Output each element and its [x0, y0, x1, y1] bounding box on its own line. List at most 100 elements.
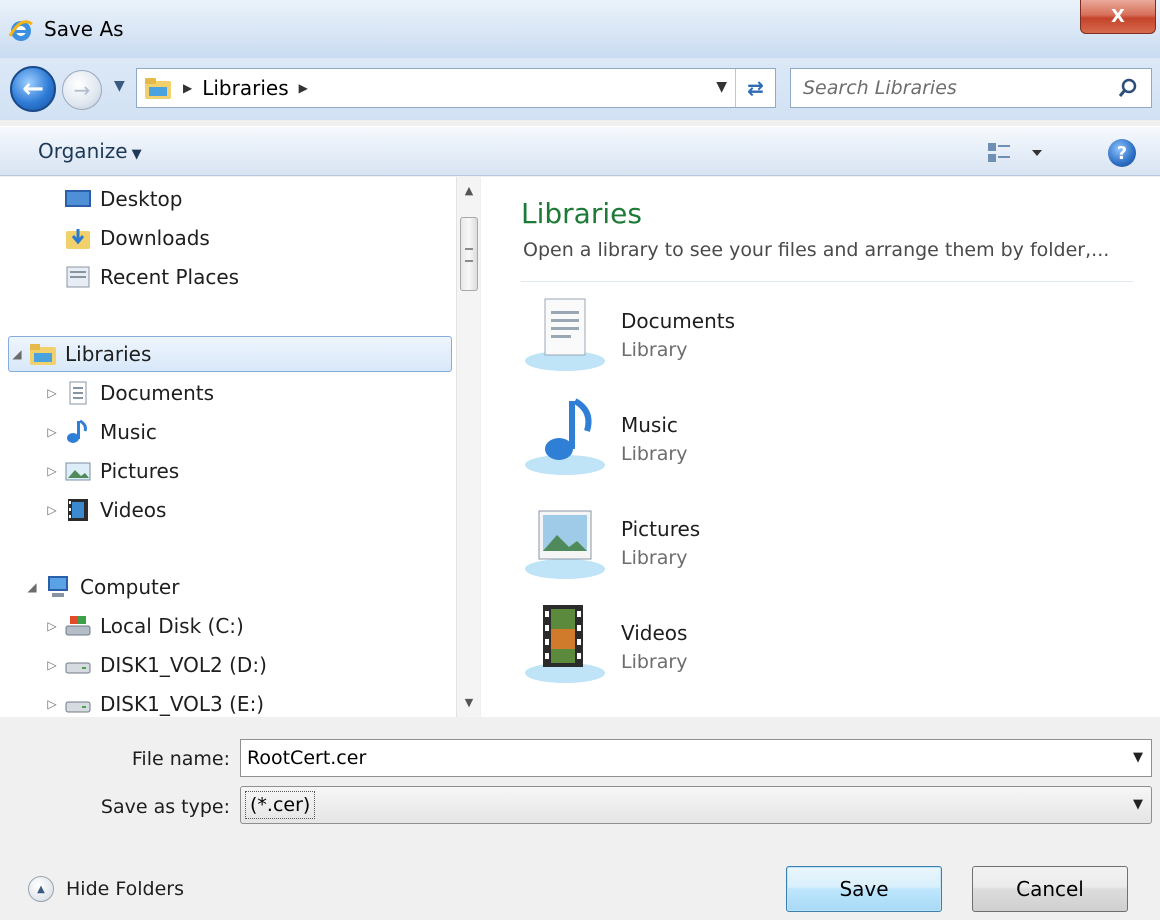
breadcrumb-libraries[interactable]: Libraries — [202, 76, 288, 100]
expand-arrow-icon[interactable]: ▷ — [44, 658, 60, 672]
save-button[interactable]: Save — [786, 866, 942, 912]
forward-button[interactable]: → — [62, 70, 102, 110]
search-input[interactable] — [791, 77, 1111, 99]
library-item-name: Documents — [621, 309, 736, 333]
nav-item-label: Downloads — [100, 226, 210, 250]
organize-menu[interactable]: Organize ▼ — [38, 139, 142, 163]
address-dropdown-icon[interactable]: ▼ — [716, 79, 727, 95]
help-icon[interactable]: ? — [1108, 139, 1136, 167]
library-pane-title: Libraries — [521, 197, 642, 230]
collapse-up-icon: ▲ — [28, 876, 54, 902]
nav-item-desktop[interactable]: Desktop — [64, 181, 182, 217]
file-name-field[interactable]: ▼ — [240, 739, 1152, 777]
nav-item-pictures[interactable]: ▷ Pictures — [44, 453, 179, 489]
nav-item-recent-places[interactable]: Recent Places — [64, 259, 239, 295]
library-item-music[interactable]: Music Library — [521, 393, 821, 483]
hide-folders-label: Hide Folders — [66, 878, 184, 900]
internet-explorer-icon — [8, 20, 33, 41]
save-as-type-label: Save as type: — [100, 796, 230, 818]
breadcrumb-arrow-icon[interactable]: ▶ — [299, 81, 308, 95]
save-as-type-value: (*.cer) — [245, 791, 316, 819]
collapse-arrow-icon[interactable]: ◢ — [9, 347, 25, 361]
library-item-name: Pictures — [621, 517, 701, 541]
content-pane: Libraries Open a library to see your fil… — [481, 177, 1160, 717]
libraries-icon — [30, 344, 56, 365]
nav-item-documents[interactable]: ▷ Documents — [44, 375, 214, 411]
change-view-icon[interactable] — [986, 139, 1046, 167]
nav-item-disk1-vol2-d[interactable]: ▷ DISK1_VOL2 (D:) — [44, 647, 267, 683]
file-name-label: File name: — [131, 748, 230, 770]
downloads-icon — [66, 229, 90, 249]
expand-arrow-icon[interactable]: ▷ — [44, 386, 60, 400]
chevron-down-icon[interactable]: ▼ — [1133, 750, 1143, 765]
nav-item-libraries[interactable]: ◢ Libraries — [8, 336, 452, 372]
pictures-library-icon — [525, 510, 605, 579]
desktop-icon — [65, 190, 91, 207]
nav-item-label: Recent Places — [100, 265, 240, 289]
scroll-down-icon[interactable]: ▼ — [457, 691, 481, 713]
music-library-icon — [525, 398, 605, 475]
nav-item-computer[interactable]: ◢ Computer — [24, 569, 179, 605]
hide-folders-button[interactable]: ▲ Hide Folders — [28, 876, 184, 902]
search-icon[interactable] — [1117, 77, 1139, 99]
expand-arrow-icon[interactable]: ▷ — [44, 425, 60, 439]
library-item-type: Library — [621, 443, 688, 465]
nav-item-label: Libraries — [65, 342, 152, 366]
local-disk-icon — [65, 616, 91, 636]
nav-item-music[interactable]: ▷ Music — [44, 414, 157, 450]
library-item-name: Music — [621, 413, 678, 437]
nav-pane-scrollbar[interactable]: ▲ ▼ — [456, 177, 480, 717]
expand-arrow-icon[interactable]: ▷ — [44, 464, 60, 478]
expand-arrow-icon[interactable]: ▷ — [44, 503, 60, 517]
scroll-up-icon[interactable]: ▲ — [457, 179, 481, 201]
nav-item-label: Desktop — [100, 187, 183, 211]
documents-icon — [69, 381, 87, 405]
nav-item-videos[interactable]: ▷ Videos — [44, 492, 166, 528]
library-item-type: Library — [621, 651, 688, 673]
library-item-documents[interactable]: Documents Library — [521, 289, 821, 379]
nav-item-label: DISK1_VOL3 (E:) — [100, 692, 265, 716]
nav-item-local-disk-c[interactable]: ▷ Local Disk (C:) — [44, 608, 244, 644]
drive-icon — [65, 662, 91, 674]
nav-item-label: DISK1_VOL2 (D:) — [100, 653, 267, 677]
window-title: Save As — [44, 17, 124, 41]
cancel-button[interactable]: Cancel — [972, 866, 1128, 912]
library-pane-subtitle: Open a library to see your files and arr… — [523, 239, 1110, 261]
address-row: ← → ▼ ▶ Libraries ▶ ▼ ⇄ — [0, 58, 1160, 120]
recent-places-icon — [66, 266, 90, 288]
scroll-thumb[interactable] — [460, 217, 478, 291]
nav-item-label: Music — [100, 420, 157, 444]
pictures-icon — [65, 462, 91, 481]
expand-arrow-icon[interactable]: ▷ — [44, 619, 60, 633]
refresh-button[interactable]: ⇄ — [735, 69, 775, 107]
save-as-type-select[interactable]: (*.cer) ▼ — [240, 786, 1152, 824]
music-icon — [67, 419, 87, 443]
library-item-type: Library — [621, 339, 688, 361]
breadcrumb-arrow-icon[interactable]: ▶ — [183, 81, 192, 95]
chevron-down-icon: ▼ — [131, 147, 142, 162]
file-name-input[interactable] — [241, 747, 1101, 769]
nav-item-disk1-vol3-e[interactable]: ▷ DISK1_VOL3 (E:) — [44, 686, 264, 717]
nav-item-label: Local Disk (C:) — [100, 614, 244, 638]
recent-locations-button[interactable]: ▼ — [114, 78, 125, 94]
back-button[interactable]: ← — [10, 66, 56, 112]
address-bar[interactable]: ▶ Libraries ▶ ▼ ⇄ — [136, 68, 776, 108]
library-item-type: Library — [621, 547, 688, 569]
library-item-videos[interactable]: Videos Library — [521, 601, 821, 691]
divider — [521, 281, 1133, 282]
videos-library-icon — [525, 605, 605, 683]
library-item-pictures[interactable]: Pictures Library — [521, 497, 821, 587]
close-button[interactable]: X — [1080, 0, 1156, 34]
nav-item-label: Computer — [80, 575, 180, 599]
drive-icon — [65, 701, 91, 713]
expand-arrow-icon[interactable]: ▷ — [44, 697, 60, 711]
chevron-down-icon[interactable]: ▼ — [1133, 797, 1143, 812]
title-bar: Save As X — [0, 0, 1160, 58]
search-box[interactable] — [790, 68, 1152, 108]
videos-icon — [68, 499, 88, 521]
library-item-name: Videos — [621, 621, 688, 645]
collapse-arrow-icon[interactable]: ◢ — [24, 580, 40, 594]
nav-item-downloads[interactable]: Downloads — [64, 220, 210, 256]
nav-item-label: Pictures — [100, 459, 180, 483]
navigation-pane: Desktop Downloads Recent Places ◢ Librar… — [0, 177, 456, 717]
